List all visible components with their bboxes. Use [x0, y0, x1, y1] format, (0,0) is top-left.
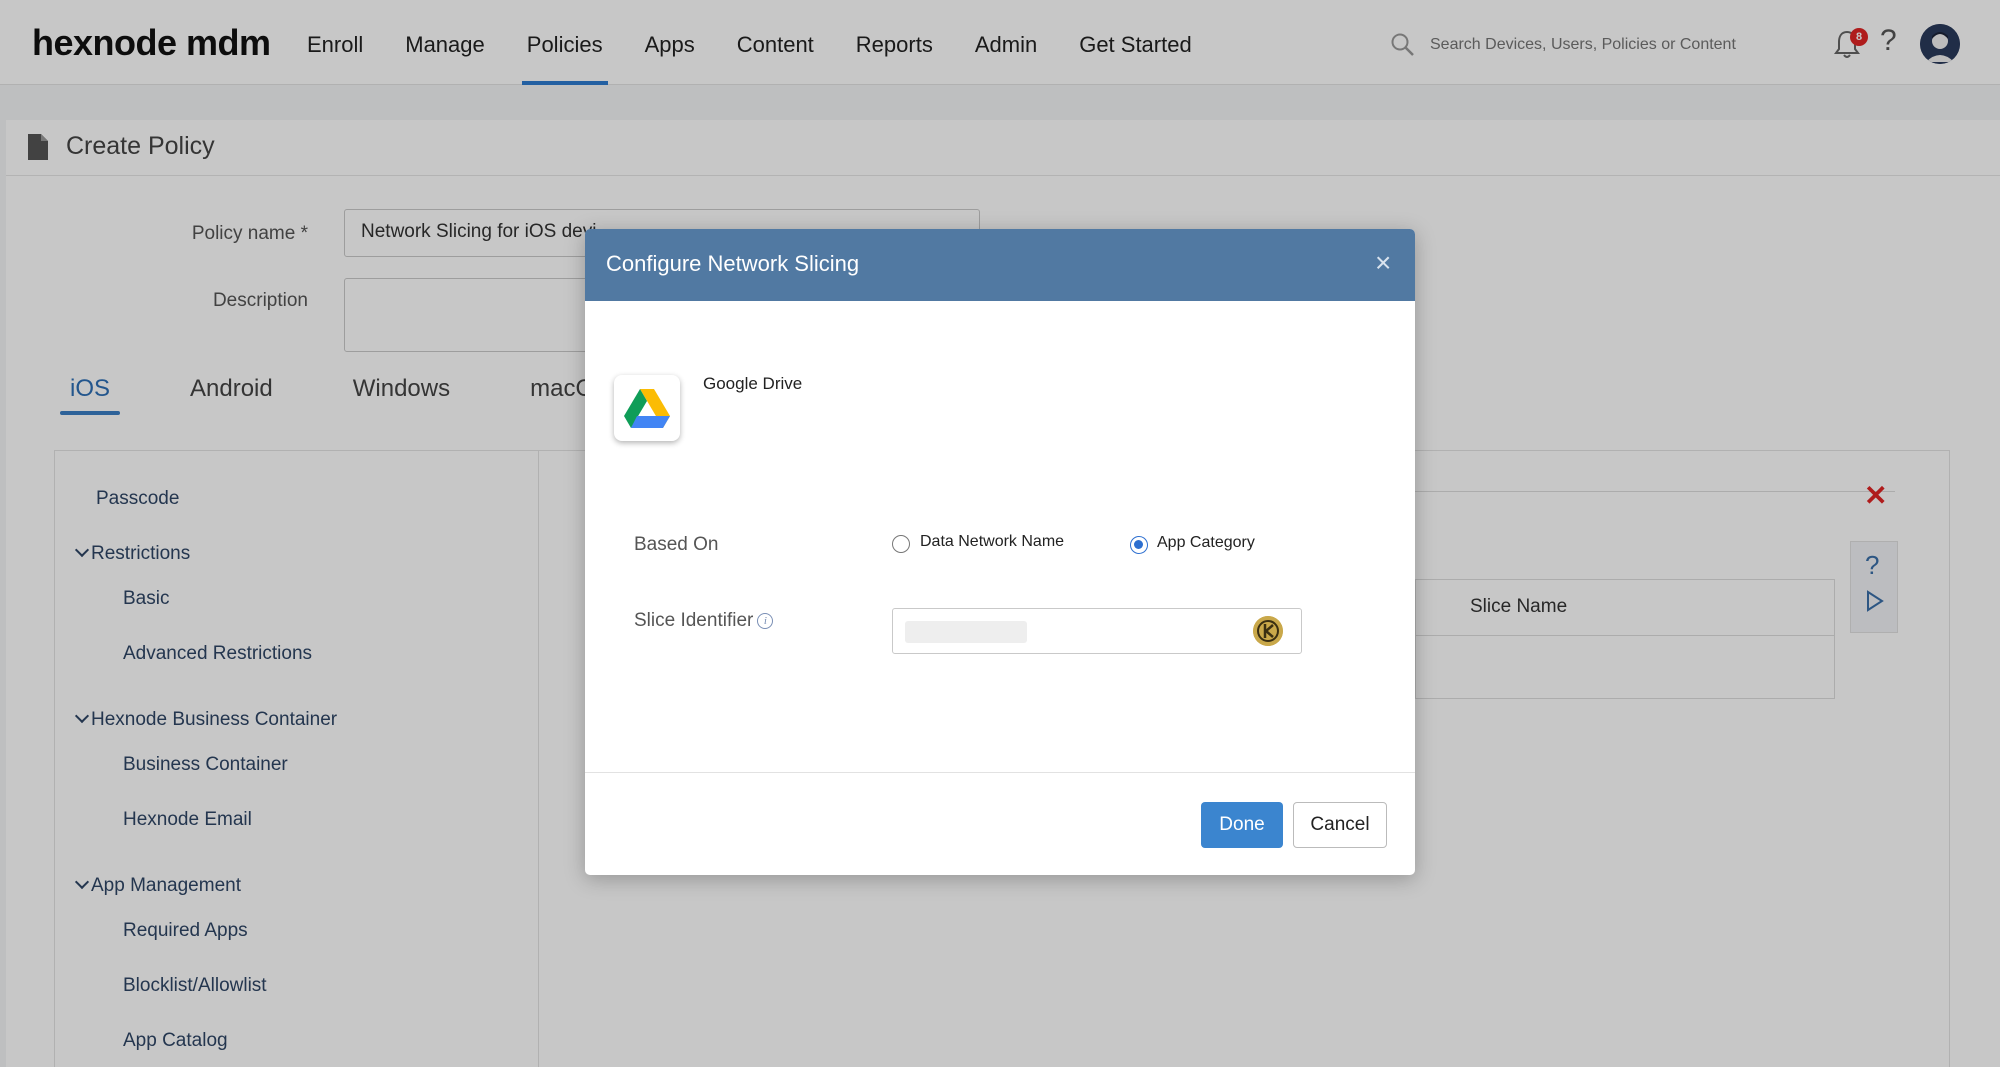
- app-name: Google Drive: [703, 374, 803, 393]
- radio-label-app-category[interactable]: App Category: [1157, 534, 1255, 552]
- configure-network-slicing-dialog: Configure Network Slicing × Google Drive…: [585, 229, 1415, 875]
- dialog-header: Configure Network Slicing ×: [585, 229, 1415, 301]
- cancel-button[interactable]: Cancel: [1293, 802, 1387, 848]
- dialog-title: Configure Network Slicing: [606, 251, 860, 276]
- radio-app-category[interactable]: [1130, 536, 1148, 554]
- close-icon[interactable]: ×: [1375, 247, 1391, 279]
- slice-identifier-text: Slice Identifier: [634, 610, 754, 631]
- dialog-footer-divider: [585, 772, 1415, 773]
- redacted-value: [905, 621, 1027, 643]
- password-manager-icon[interactable]: [1253, 616, 1283, 646]
- google-drive-icon: [624, 389, 670, 428]
- app-icon-tile: [614, 375, 680, 441]
- based-on-label: Based On: [634, 534, 719, 555]
- radio-data-network-name[interactable]: [892, 535, 910, 553]
- slice-identifier-input[interactable]: [892, 608, 1302, 654]
- radio-label-data-network-name[interactable]: Data Network Name: [920, 533, 1064, 551]
- info-icon[interactable]: i: [757, 612, 774, 629]
- slice-identifier-label: Slice Identifier i: [634, 610, 774, 632]
- done-button[interactable]: Done: [1201, 802, 1283, 848]
